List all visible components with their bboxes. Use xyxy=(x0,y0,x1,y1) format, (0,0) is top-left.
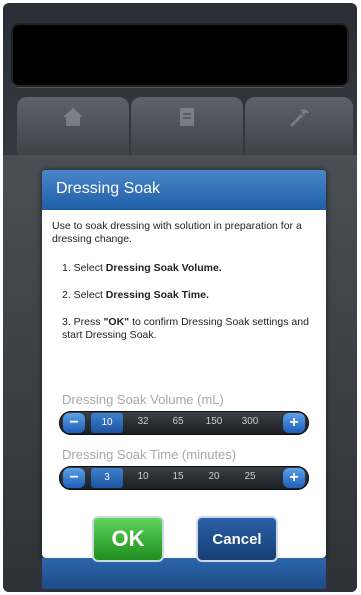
volume-option[interactable]: 10 xyxy=(91,413,123,433)
time-stepper: − 3 10 15 20 25 + xyxy=(59,466,309,490)
dialog-header: Dressing Soak xyxy=(42,170,326,210)
tab-document[interactable] xyxy=(131,97,243,155)
time-increase-button[interactable]: + xyxy=(283,468,305,488)
volume-option[interactable]: 65 xyxy=(162,416,194,427)
home-icon xyxy=(63,108,83,126)
time-option[interactable]: 15 xyxy=(162,471,194,482)
ok-button[interactable]: OK xyxy=(92,516,164,562)
time-option[interactable]: 25 xyxy=(234,471,266,482)
time-option[interactable]: 3 xyxy=(91,468,123,488)
dialog-footer xyxy=(42,558,326,589)
time-label: Dressing Soak Time (minutes) xyxy=(62,447,237,462)
volume-option[interactable]: 300 xyxy=(234,416,266,427)
status-display xyxy=(11,23,349,87)
dialog-intro: Use to soak dressing with solution in pr… xyxy=(52,220,302,245)
dialog-title: Dressing Soak xyxy=(56,180,161,197)
volume-label: Dressing Soak Volume (mL) xyxy=(62,392,224,407)
volume-option[interactable]: 32 xyxy=(127,416,159,427)
dressing-soak-dialog: Dressing Soak Use to soak dressing with … xyxy=(42,170,326,558)
document-icon xyxy=(180,108,194,126)
dialog-body: Use to soak dressing with solution in pr… xyxy=(52,220,316,356)
tab-bar xyxy=(3,97,357,155)
cancel-button[interactable]: Cancel xyxy=(196,516,278,562)
instruction-step-3: 3. Press "OK" to confirm Dressing Soak s… xyxy=(62,316,309,341)
volume-decrease-button[interactable]: − xyxy=(63,413,85,433)
time-decrease-button[interactable]: − xyxy=(63,468,85,488)
tools-icon xyxy=(290,109,309,127)
tab-home[interactable] xyxy=(17,97,129,155)
tab-tools[interactable] xyxy=(245,97,353,155)
time-option[interactable]: 10 xyxy=(127,471,159,482)
instruction-step-2: 2. Select Dressing Soak Time. xyxy=(62,289,209,301)
instruction-step-1: 1. Select Dressing Soak Volume. xyxy=(62,262,222,274)
time-option[interactable]: 20 xyxy=(198,471,230,482)
volume-stepper: − 10 32 65 150 300 + xyxy=(59,411,309,435)
volume-option[interactable]: 150 xyxy=(198,416,230,427)
volume-increase-button[interactable]: + xyxy=(283,413,305,433)
